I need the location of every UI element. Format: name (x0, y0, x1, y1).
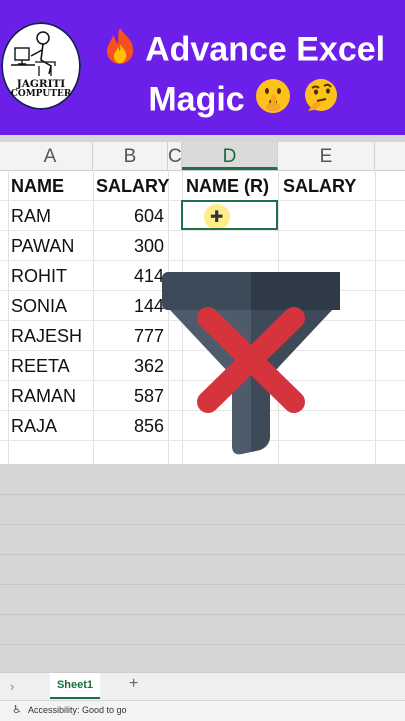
table-row-name[interactable]: PAWAN (11, 231, 74, 261)
table-row-name[interactable]: RAJA (11, 411, 57, 441)
header-cell-name[interactable]: NAME (11, 171, 64, 201)
shushing-face-emoji-icon (254, 77, 292, 126)
table-row-salary[interactable]: 604 (96, 201, 164, 231)
table-row-name[interactable]: ROHIT (11, 261, 67, 291)
no-filter-icon (160, 270, 342, 461)
table-row-name[interactable]: SONIA (11, 291, 67, 321)
table-row-name[interactable]: RAMAN (11, 381, 76, 411)
tab-scroll-arrow-icon[interactable]: › (10, 679, 14, 694)
headline-line-1: Advance Excel (145, 30, 386, 69)
accessibility-status[interactable]: Accessibility: Good to go (28, 701, 127, 720)
table-row-salary[interactable]: 777 (96, 321, 164, 351)
video-banner: JAGRITI COMPUTER Advance Excel Magic (0, 0, 405, 135)
sheet-tab-sheet1[interactable]: Sheet1 (50, 673, 100, 699)
table-row-salary[interactable]: 144 (96, 291, 164, 321)
column-header-d[interactable]: D (182, 142, 278, 170)
column-header-c[interactable]: C (168, 142, 182, 170)
add-sheet-button[interactable]: + (129, 675, 138, 693)
column-header-e[interactable]: E (278, 142, 375, 170)
sheet-tab-bar: › Sheet1 + (0, 672, 405, 701)
table-row-salary[interactable]: 856 (96, 411, 164, 441)
column-header-b[interactable]: B (93, 142, 168, 170)
header-cell-salary-reversed[interactable]: SALARY (283, 171, 356, 201)
thinking-face-emoji-icon (302, 77, 340, 126)
status-bar: ♿ Accessibility: Good to go (0, 700, 405, 721)
fire-emoji-icon (103, 26, 137, 77)
video-headline: Advance Excel Magic (86, 26, 402, 126)
table-row-name[interactable]: REETA (11, 351, 70, 381)
selected-cell-d2[interactable] (181, 200, 278, 230)
column-header-bar: A B C D E (0, 142, 405, 171)
header-cell-salary[interactable]: SALARY (96, 171, 169, 201)
table-row-salary[interactable]: 414 (96, 261, 164, 291)
logo-text-computer: COMPUTER (10, 89, 72, 99)
table-row-salary[interactable]: 300 (96, 231, 164, 261)
accessibility-icon[interactable]: ♿ (12, 701, 22, 720)
logo-text-jagriti: JAGRITI (16, 78, 66, 90)
table-row-salary[interactable]: 362 (96, 351, 164, 381)
headline-line-2: Magic (148, 80, 245, 119)
cell-cursor-icon: ✚ (210, 209, 224, 226)
jagriti-computer-logo: JAGRITI COMPUTER (1, 22, 81, 110)
table-row-name[interactable]: RAJESH (11, 321, 82, 351)
empty-grid-area (0, 464, 405, 672)
table-row-salary[interactable]: 587 (96, 381, 164, 411)
table-row-name[interactable]: RAM (11, 201, 51, 231)
header-cell-name-reversed[interactable]: NAME (R) (186, 171, 269, 201)
column-header-a[interactable]: A (8, 142, 93, 170)
